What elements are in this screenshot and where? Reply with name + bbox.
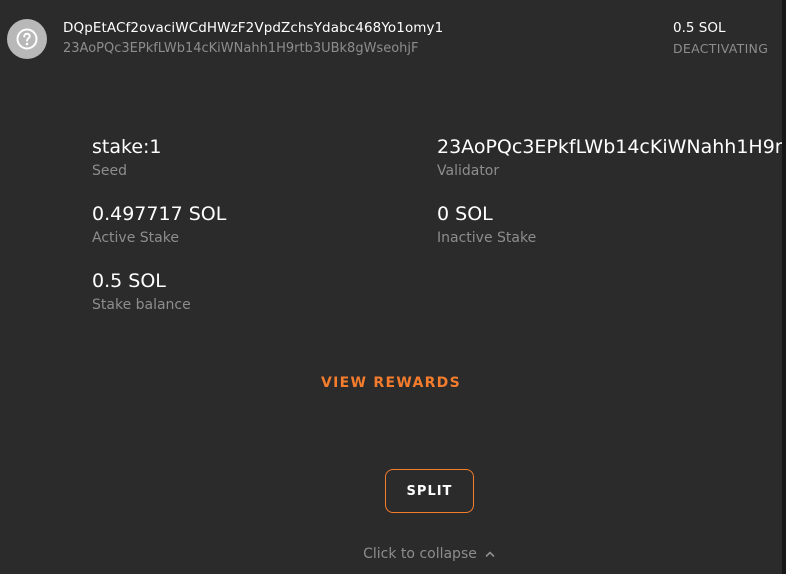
collapse-toggle[interactable]: Click to collapse — [0, 546, 786, 562]
stake-account-header[interactable]: DQpEtACf2ovaciWCdHWzF2VpdZchsYdabc468Yo1… — [0, 0, 782, 78]
validator-detail: 23AoPQc3EPkfLWb14cKiWNahh1H9rt Validator — [437, 135, 782, 180]
stake-balance-summary: 0.5 SOL — [673, 20, 726, 36]
seed-label: Seed — [92, 163, 127, 179]
chevron-up-icon — [485, 551, 495, 557]
stake-balance-label: Stake balance — [92, 297, 191, 313]
split-button[interactable]: SPLIT — [385, 469, 474, 513]
stake-balance-value: 0.5 SOL — [92, 270, 166, 292]
validator-address-subtitle: 23AoPQc3EPkfLWb14cKiWNahh1H9rtb3UBk8gWse… — [63, 41, 419, 56]
view-rewards-button[interactable]: VIEW REWARDS — [0, 375, 782, 391]
question-mark-circle-icon — [7, 19, 47, 59]
seed-value: stake:1 — [92, 136, 162, 158]
stake-account-address: DQpEtACf2ovaciWCdHWzF2VpdZchsYdabc468Yo1… — [63, 20, 444, 36]
seed-detail: stake:1 Seed — [92, 135, 162, 180]
collapse-label: Click to collapse — [363, 546, 477, 562]
active-stake-value: 0.497717 SOL — [92, 203, 227, 225]
stake-balance-detail: 0.5 SOL Stake balance — [92, 269, 191, 314]
stake-account-panel: DQpEtACf2ovaciWCdHWzF2VpdZchsYdabc468Yo1… — [0, 0, 786, 574]
active-stake-detail: 0.497717 SOL Active Stake — [92, 202, 226, 247]
validator-value: 23AoPQc3EPkfLWb14cKiWNahh1H9rt — [437, 136, 782, 158]
inactive-stake-value: 0 SOL — [437, 203, 493, 225]
inactive-stake-label: Inactive Stake — [437, 230, 537, 246]
active-stake-label: Active Stake — [92, 230, 179, 246]
inactive-stake-detail: 0 SOL Inactive Stake — [437, 202, 536, 247]
scrollbar-track[interactable] — [782, 0, 786, 574]
stake-status-badge: DEACTIVATING — [673, 41, 769, 56]
validator-label: Validator — [437, 163, 500, 179]
